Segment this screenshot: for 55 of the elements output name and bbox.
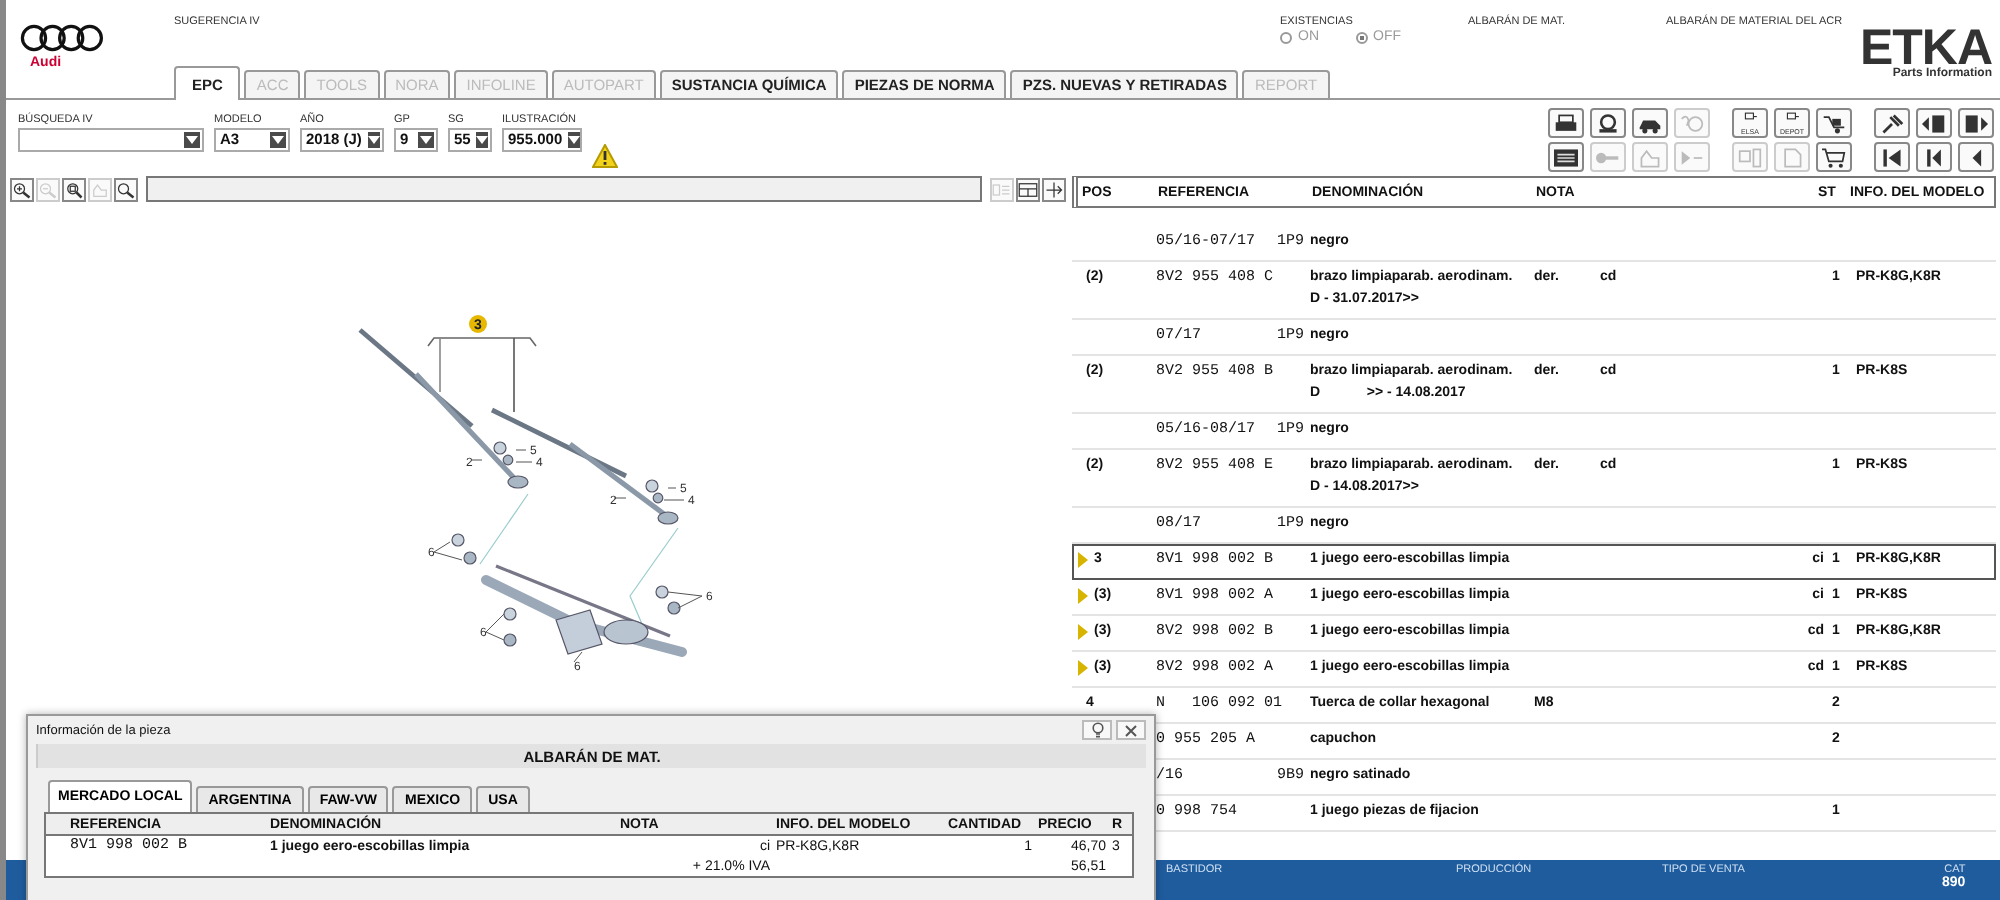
view-tool-button[interactable] <box>1016 177 1040 201</box>
split-view-icon <box>992 179 1012 199</box>
zoom-out-icon <box>38 179 58 199</box>
document-icon <box>1778 145 1806 169</box>
zoom-tool-button[interactable] <box>10 177 34 201</box>
toolbar-button[interactable] <box>1548 108 1584 138</box>
toolbar-button[interactable] <box>1632 108 1668 138</box>
hand-icon <box>1636 145 1664 169</box>
expand-marker-icon[interactable] <box>1078 624 1088 640</box>
dropdown-field[interactable] <box>18 128 204 152</box>
expand-arrows-icon <box>1044 179 1064 199</box>
layout-icon <box>1018 179 1038 199</box>
printer-icon <box>1552 111 1580 135</box>
previous-page-icon <box>1920 111 1948 135</box>
help-button[interactable] <box>1082 720 1112 740</box>
search-icon <box>116 179 136 199</box>
caret-icon <box>272 136 284 144</box>
close-icon <box>1124 723 1138 737</box>
view-tool-button[interactable] <box>1042 177 1066 201</box>
caret-icon <box>568 136 581 144</box>
zoom-in-icon <box>12 179 32 199</box>
expand-marker-icon[interactable] <box>1078 588 1088 604</box>
caret-icon <box>367 136 380 144</box>
lightbulb-icon <box>1091 722 1103 738</box>
expand-marker-icon[interactable] <box>1078 660 1088 676</box>
toolbar-button[interactable] <box>1816 142 1852 172</box>
zoom-tool-button[interactable] <box>62 177 86 201</box>
toolbar-button[interactable] <box>1548 142 1584 172</box>
caret-icon <box>420 136 432 144</box>
product-logo: ETKA <box>1859 28 1992 68</box>
toolbar-button[interactable] <box>1958 142 1994 172</box>
path-field[interactable] <box>146 176 982 202</box>
hand-truck-icon <box>1820 111 1848 135</box>
toolbar-button[interactable] <box>1916 108 1952 138</box>
toolbar-button[interactable] <box>1958 108 1994 138</box>
next-page-icon <box>1962 111 1990 135</box>
close-button[interactable] <box>1116 720 1146 740</box>
zoom-area-icon <box>64 179 84 199</box>
rings-logo <box>20 24 104 52</box>
zoom-tool-button[interactable] <box>114 177 138 201</box>
expand-marker-icon[interactable] <box>1078 552 1088 568</box>
list-icon <box>1552 145 1580 169</box>
warning-icon <box>592 144 618 168</box>
skip-to-start-icon <box>1878 145 1906 169</box>
toolbar-button[interactable] <box>1816 108 1852 138</box>
toolbar-button[interactable] <box>1590 108 1626 138</box>
caret-icon <box>476 136 489 144</box>
hand-icon <box>90 179 110 199</box>
stamp-icon <box>1594 111 1622 135</box>
toolbar-button[interactable] <box>1874 142 1910 172</box>
device-icon <box>1736 145 1764 169</box>
cart-icon <box>1820 145 1848 169</box>
toolbar-button[interactable] <box>1916 142 1952 172</box>
toolbar-button[interactable] <box>1874 108 1910 138</box>
caret-icon <box>186 136 198 144</box>
